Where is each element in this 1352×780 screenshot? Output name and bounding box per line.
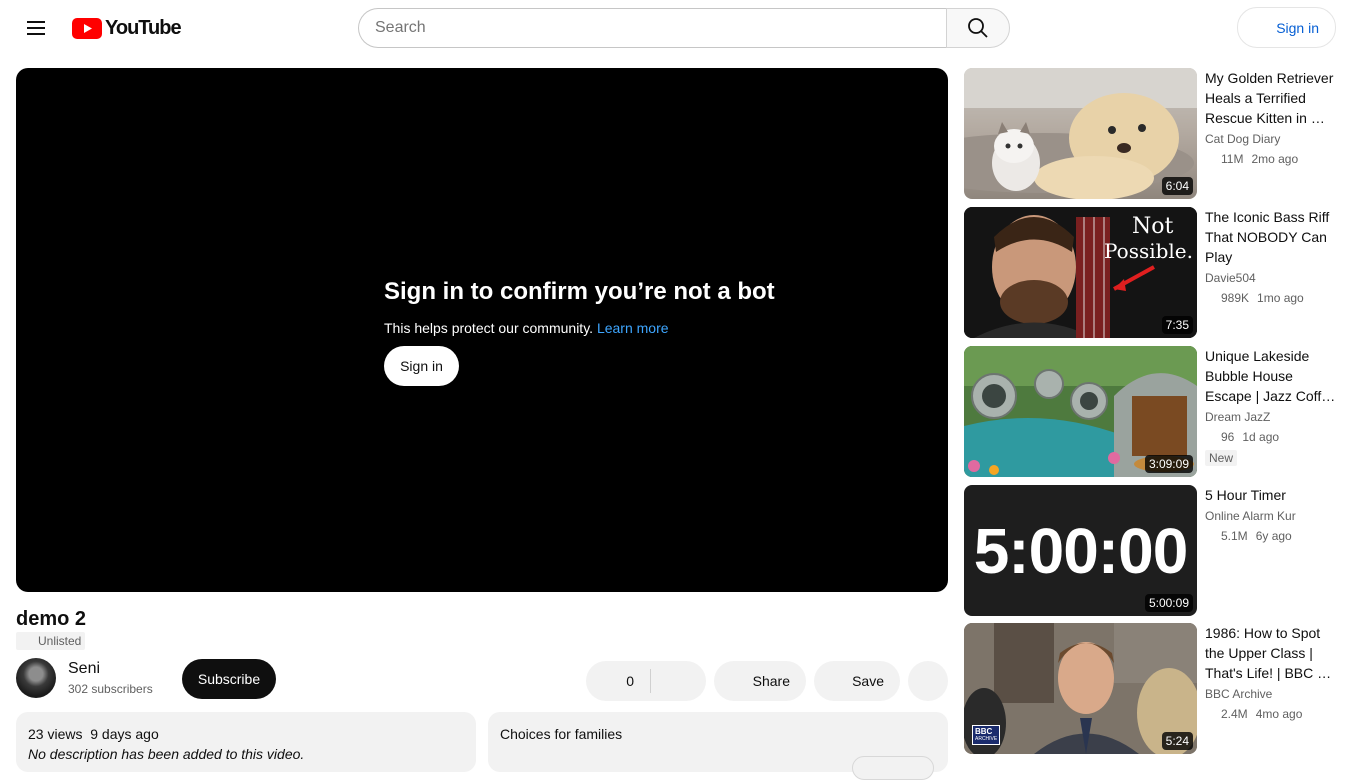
like-button[interactable]: 0 (586, 661, 650, 701)
recommendation-channel[interactable]: Online Alarm Kur (1205, 507, 1336, 525)
search-input[interactable] (358, 8, 947, 48)
bot-check-prompt: Sign in to confirm you’re not a bot This… (384, 276, 775, 386)
recommendation-item[interactable]: Not Possible. 7:35 The Iconic Bass Riff … (964, 207, 1336, 338)
recommendation-title[interactable]: 1986: How to Spot the Upper Class | That… (1205, 623, 1336, 683)
duration-badge: 5:00:09 (1144, 594, 1193, 612)
recommendation-age: 2mo ago (1251, 152, 1299, 166)
bot-check-message: This helps protect our community. (384, 320, 594, 336)
choices-for-families-panel: Choices for families (488, 712, 948, 780)
channel-avatar[interactable] (16, 658, 56, 698)
recommendation-stats: 989K 1mo ago (1205, 289, 1336, 307)
share-label: Share (752, 673, 790, 689)
video-thumbnail[interactable]: BBC ARCHIVE 5:24 (964, 623, 1197, 754)
recommendation-details: The Iconic Bass Riff That NOBODY Can Pla… (1205, 207, 1336, 307)
video-thumbnail[interactable]: 3:09:09 (964, 346, 1197, 477)
recommendation-item[interactable]: 6:04 My Golden Retriever Heals a Terrifi… (964, 68, 1336, 199)
recommendation-details: 5 Hour Timer Online Alarm Kur 5.1M 6y ago (1205, 485, 1336, 545)
families-label: Choices for families (500, 726, 623, 742)
thumbnail-text: Possible. (1104, 239, 1194, 263)
sign-in-label: Sign in (1276, 19, 1319, 36)
channel-owner: Seni 302 subscribers (16, 658, 170, 698)
duration-badge: 6:04 (1161, 177, 1193, 195)
description-box[interactable]: 23 views 9 days ago No description has b… (16, 712, 476, 772)
description-meta: 23 views 9 days ago (28, 724, 464, 744)
new-badge: New (1205, 450, 1238, 466)
recommendation-views: 5.1M (1221, 529, 1248, 543)
youtube-logo[interactable]: YouTube (72, 16, 182, 39)
duration-badge: 3:09:09 (1144, 455, 1193, 473)
sign-in-button[interactable]: Sign in (1237, 7, 1336, 48)
search-button[interactable] (946, 8, 1010, 48)
view-count: 23 views (28, 726, 83, 742)
hamburger-icon (27, 21, 45, 35)
recommendation-views: 96 (1221, 430, 1235, 444)
duration-badge: 7:35 (1161, 316, 1193, 334)
recommendation-channel[interactable]: BBC Archive (1205, 685, 1336, 703)
recommendation-stats: 5.1M 6y ago (1205, 527, 1336, 545)
bbc-logo-text: BBC (975, 727, 993, 736)
recommendation-views: 2.4M (1221, 707, 1248, 721)
recommendation-item[interactable]: BBC ARCHIVE 5:24 1986: How to Spot the U… (964, 623, 1336, 754)
recommendation-title[interactable]: 5 Hour Timer (1205, 485, 1336, 505)
like-dislike-group: 0 (586, 661, 706, 701)
recommendation-details: 1986: How to Spot the Upper Class | That… (1205, 623, 1336, 723)
save-label: Save (852, 673, 884, 689)
share-button[interactable]: Share (714, 661, 806, 701)
thumbnail-text: Not (1132, 214, 1174, 239)
video-player[interactable]: Sign in to confirm you’re not a bot This… (16, 68, 948, 592)
recommendation-details: Unique Lakeside Bubble House Escape | Ja… (1205, 346, 1336, 467)
channel-name[interactable]: Seni (68, 658, 170, 680)
recommendation-stats: 96 1d ago (1205, 428, 1336, 446)
save-button[interactable]: Save (814, 661, 900, 701)
archive-logo-text: ARCHIVE (975, 736, 998, 742)
unlisted-label: Unlisted (38, 634, 82, 648)
search-box (358, 8, 1010, 48)
subscriber-count: 302 subscribers (68, 682, 153, 696)
learn-more-link[interactable]: Learn more (597, 320, 669, 336)
recommendation-item[interactable]: 3:09:09 Unique Lakeside Bubble House Esc… (964, 346, 1336, 477)
recommendation-age: 1mo ago (1257, 291, 1304, 305)
recommendation-stats: 2.4M 4mo ago (1205, 705, 1336, 723)
upload-age: 9 days ago (90, 726, 159, 742)
recommendation-views: 11M (1221, 152, 1244, 166)
recommendation-channel[interactable]: Davie504 (1205, 269, 1336, 287)
masthead: YouTube Sign in (0, 0, 1352, 56)
recommendation-stats: 11M 2mo ago (1205, 150, 1336, 168)
more-actions-button[interactable] (908, 661, 948, 701)
duration-badge: 5:24 (1161, 732, 1193, 750)
menu-button[interactable] (16, 8, 56, 48)
recommendation-title[interactable]: The Iconic Bass Riff That NOBODY Can Pla… (1205, 207, 1336, 267)
dislike-button[interactable] (651, 661, 706, 701)
unlisted-badge: Unlisted (16, 632, 86, 650)
bbc-archive-logo: BBC ARCHIVE (972, 725, 1000, 745)
recommendation-item[interactable]: 5:00:00 5:00:09 5 Hour Timer Online Alar… (964, 485, 1336, 616)
recommendation-age: 1d ago (1242, 430, 1280, 444)
recommendation-title[interactable]: Unique Lakeside Bubble House Escape | Ja… (1205, 346, 1336, 406)
recommendation-age: 6y ago (1255, 529, 1292, 543)
link-icon (20, 634, 34, 648)
description-text: No description has been added to this vi… (28, 746, 305, 762)
recommendation-title[interactable]: My Golden Retriever Heals a Terrified Re… (1205, 68, 1336, 128)
recommendation-channel[interactable]: Dream JazZ (1205, 408, 1336, 426)
player-sign-in-button[interactable]: Sign in (384, 346, 459, 386)
recommendation-details: My Golden Retriever Heals a Terrified Re… (1205, 68, 1336, 168)
subscribe-button[interactable]: Subscribe (182, 659, 276, 699)
recommendation-views: 989K (1221, 291, 1250, 305)
recommendation-channel[interactable]: Cat Dog Diary (1205, 130, 1336, 148)
video-thumbnail[interactable]: Not Possible. 7:35 (964, 207, 1197, 338)
video-thumbnail[interactable]: 6:04 (964, 68, 1197, 199)
timer-thumbnail-text: 5:00:00 (973, 515, 1189, 587)
youtube-play-icon (72, 17, 102, 39)
bot-check-title: Sign in to confirm you’re not a bot (384, 278, 775, 305)
logo-text: YouTube (105, 16, 182, 39)
video-title: demo 2 (16, 608, 87, 630)
search-icon (968, 18, 988, 38)
bot-check-text: This helps protect our community. Learn … (384, 318, 775, 338)
video-thumbnail[interactable]: 5:00:00 5:00:09 (964, 485, 1197, 616)
recommendation-age: 4mo ago (1255, 707, 1303, 721)
like-count: 0 (626, 673, 634, 689)
